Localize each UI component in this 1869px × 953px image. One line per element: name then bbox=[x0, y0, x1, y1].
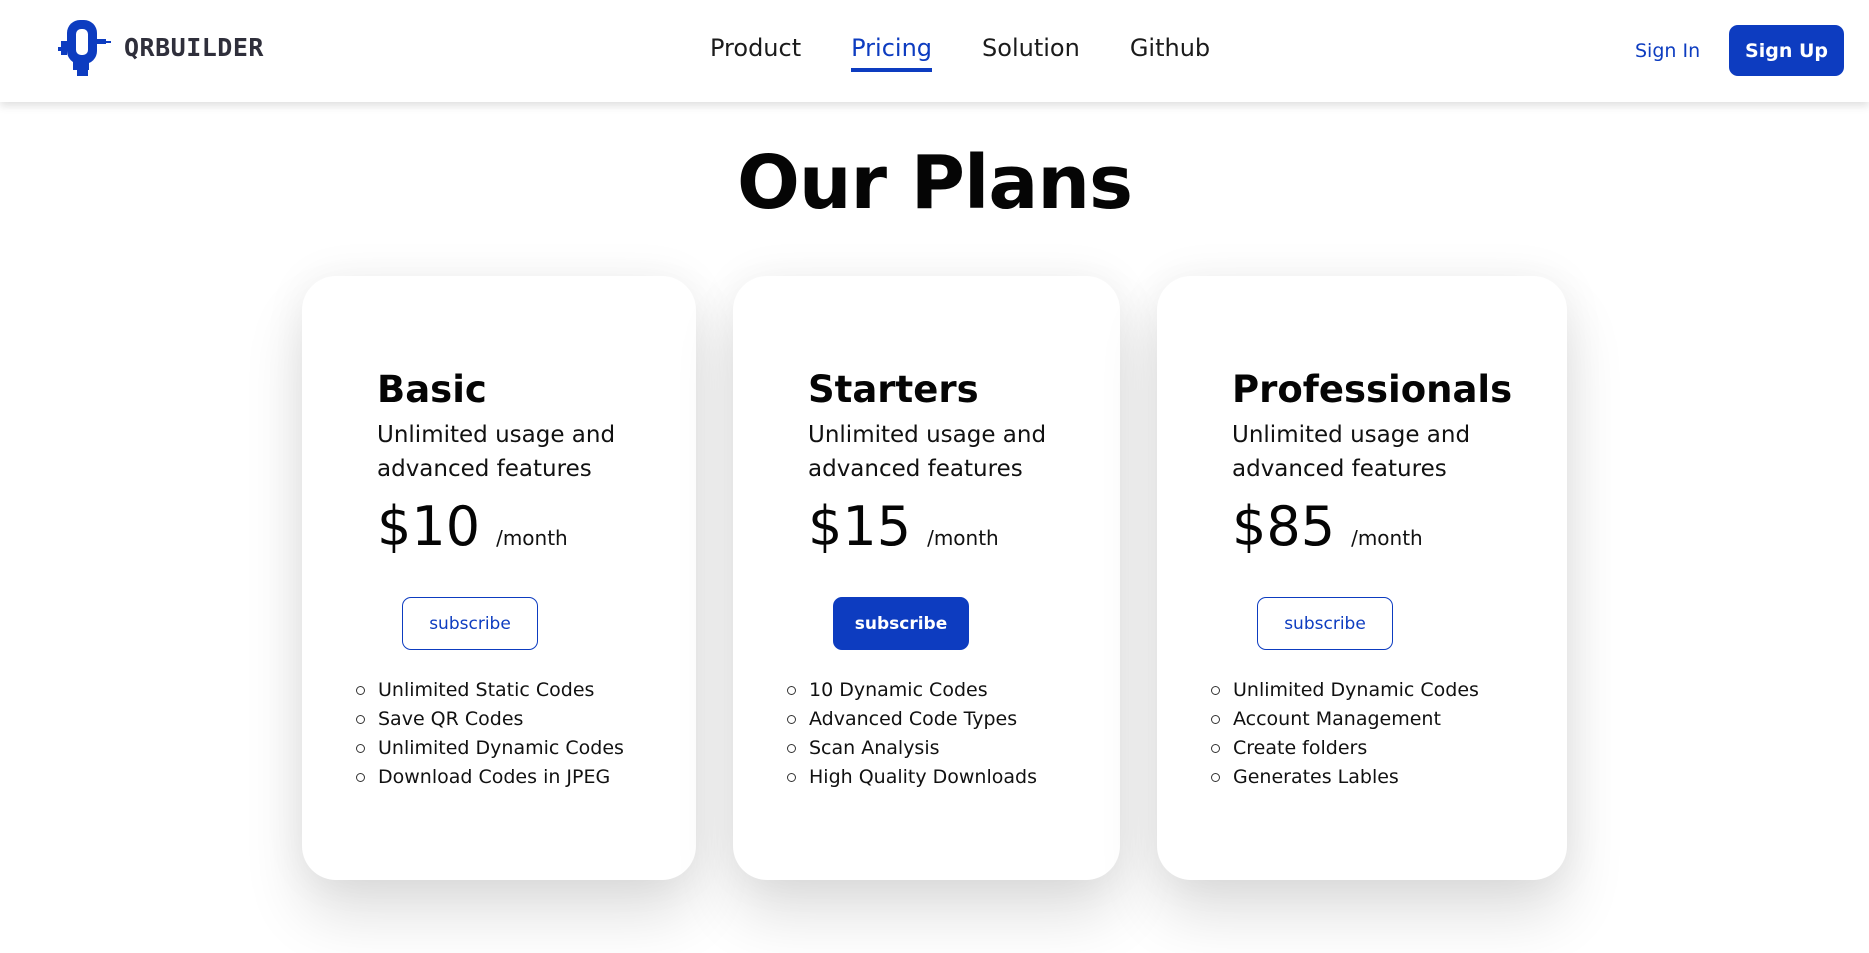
subscribe-button[interactable]: subscribe bbox=[402, 597, 538, 650]
plan-name: Starters bbox=[808, 368, 979, 411]
sign-up-button[interactable]: Sign Up bbox=[1729, 25, 1844, 76]
bullet-icon bbox=[787, 686, 796, 695]
feature-item: Download Codes in JPEG bbox=[356, 763, 624, 792]
feature-item: Unlimited Dynamic Codes bbox=[356, 734, 624, 763]
bullet-icon bbox=[356, 715, 365, 724]
subscribe-button[interactable]: subscribe bbox=[1257, 597, 1393, 650]
nav-pricing[interactable]: Pricing bbox=[851, 34, 933, 72]
feature-text: Unlimited Static Codes bbox=[378, 679, 595, 701]
feature-item: Unlimited Static Codes bbox=[356, 676, 624, 705]
plan-price: $85 /month bbox=[1232, 495, 1423, 558]
bullet-icon bbox=[356, 744, 365, 753]
feature-list: Unlimited Static Codes Save QR Codes Unl… bbox=[356, 676, 624, 792]
nav-product[interactable]: Product bbox=[710, 34, 801, 72]
plan-card-basic: Basic Unlimited usage and advanced featu… bbox=[302, 276, 696, 880]
price-amount: $15 bbox=[808, 495, 912, 558]
feature-text: Create folders bbox=[1233, 737, 1368, 759]
page-title: Our Plans bbox=[736, 140, 1133, 226]
feature-text: High Quality Downloads bbox=[809, 766, 1037, 788]
nav-solution[interactable]: Solution bbox=[982, 34, 1080, 72]
feature-item: Create folders bbox=[1211, 734, 1479, 763]
top-navbar: QRBUILDER Product Pricing Solution Githu… bbox=[0, 0, 1869, 102]
plan-card-professionals: Professionals Unlimited usage and advanc… bbox=[1157, 276, 1567, 880]
bullet-icon bbox=[356, 686, 365, 695]
bullet-icon bbox=[787, 773, 796, 782]
plan-name: Basic bbox=[377, 368, 487, 411]
feature-text: Save QR Codes bbox=[378, 708, 524, 730]
price-period: /month bbox=[496, 526, 568, 550]
bullet-icon bbox=[1211, 715, 1220, 724]
price-period: /month bbox=[1351, 526, 1423, 550]
price-amount: $10 bbox=[377, 495, 481, 558]
plan-price: $15 /month bbox=[808, 495, 999, 558]
feature-item: Scan Analysis bbox=[787, 734, 1037, 763]
plan-description: Unlimited usage and advanced features bbox=[377, 422, 616, 482]
sign-in-link[interactable]: Sign In bbox=[1635, 40, 1700, 62]
feature-text: 10 Dynamic Codes bbox=[809, 679, 988, 701]
main-nav: Product Pricing Solution Github bbox=[710, 34, 1260, 72]
feature-item: Save QR Codes bbox=[356, 705, 624, 734]
feature-item: Account Management bbox=[1211, 705, 1479, 734]
plan-card-starters: Starters Unlimited usage and advanced fe… bbox=[733, 276, 1120, 880]
feature-text: Advanced Code Types bbox=[809, 708, 1018, 730]
plan-price: $10 /month bbox=[377, 495, 568, 558]
subscribe-button[interactable]: subscribe bbox=[833, 597, 969, 650]
plan-description: Unlimited usage and advanced features bbox=[1232, 422, 1471, 482]
feature-text: Scan Analysis bbox=[809, 737, 940, 759]
bullet-icon bbox=[787, 715, 796, 724]
price-amount: $85 bbox=[1232, 495, 1336, 558]
feature-list: Unlimited Dynamic Codes Account Manageme… bbox=[1211, 676, 1479, 792]
feature-item: 10 Dynamic Codes bbox=[787, 676, 1037, 705]
nav-github[interactable]: Github bbox=[1130, 34, 1210, 72]
qr-logo-icon bbox=[58, 20, 111, 76]
plan-name: Professionals bbox=[1232, 368, 1513, 411]
bullet-icon bbox=[1211, 686, 1220, 695]
bullet-icon bbox=[787, 744, 796, 753]
bullet-icon bbox=[1211, 744, 1220, 753]
feature-item: Unlimited Dynamic Codes bbox=[1211, 676, 1479, 705]
bullet-icon bbox=[356, 773, 365, 782]
brand-name: QRBUILDER bbox=[124, 32, 264, 62]
feature-text: Unlimited Dynamic Codes bbox=[378, 737, 624, 759]
feature-item: Advanced Code Types bbox=[787, 705, 1037, 734]
feature-text: Generates Lables bbox=[1233, 766, 1399, 788]
feature-list: 10 Dynamic Codes Advanced Code Types Sca… bbox=[787, 676, 1037, 792]
feature-text: Download Codes in JPEG bbox=[378, 766, 611, 788]
bullet-icon bbox=[1211, 773, 1220, 782]
feature-item: Generates Lables bbox=[1211, 763, 1479, 792]
feature-item: High Quality Downloads bbox=[787, 763, 1037, 792]
brand-logo[interactable]: QRBUILDER bbox=[58, 17, 264, 77]
feature-text: Unlimited Dynamic Codes bbox=[1233, 679, 1479, 701]
feature-text: Account Management bbox=[1233, 708, 1441, 730]
plan-description: Unlimited usage and advanced features bbox=[808, 422, 1047, 482]
price-period: /month bbox=[927, 526, 999, 550]
